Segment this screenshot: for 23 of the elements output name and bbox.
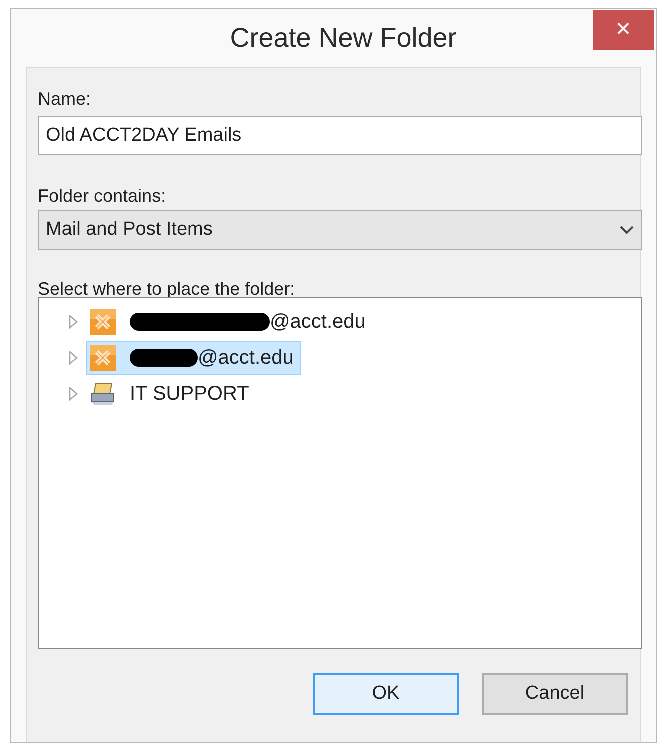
mailbox-icon <box>90 345 116 371</box>
field-label: Name: <box>38 88 92 110</box>
tree-item[interactable]: @acct.edu <box>86 305 373 339</box>
dropdown-value: Mail and Post Items <box>46 218 213 242</box>
dialog-button[interactable]: Cancel <box>482 673 628 715</box>
expand-arrow-icon[interactable] <box>68 351 78 365</box>
close-button[interactable]: ✕ <box>593 10 654 50</box>
tree-item[interactable]: @acct.edu <box>86 341 301 375</box>
field-label: Folder contains: <box>38 185 168 207</box>
expand-arrow-icon[interactable] <box>68 387 78 401</box>
expand-arrow-icon[interactable] <box>68 315 78 329</box>
account-name: @acct.edu <box>270 310 366 335</box>
dialog-button[interactable]: OK <box>313 673 459 715</box>
field-label: Select where to place the folder: <box>38 278 296 300</box>
folder-type-dropdown[interactable]: Mail and Post Items <box>38 210 642 250</box>
mailbox-icon <box>90 309 116 335</box>
tree-item[interactable]: IT SUPPORT <box>86 377 256 411</box>
account-name: @acct.edu <box>198 346 294 371</box>
name-input-field[interactable]: Old ACCT2DAY Emails <box>38 116 642 155</box>
account-name: IT SUPPORT <box>130 382 250 407</box>
archive-icon <box>90 382 116 406</box>
chevron-down-icon <box>620 226 634 234</box>
window-title: Create New Folder <box>229 22 457 55</box>
